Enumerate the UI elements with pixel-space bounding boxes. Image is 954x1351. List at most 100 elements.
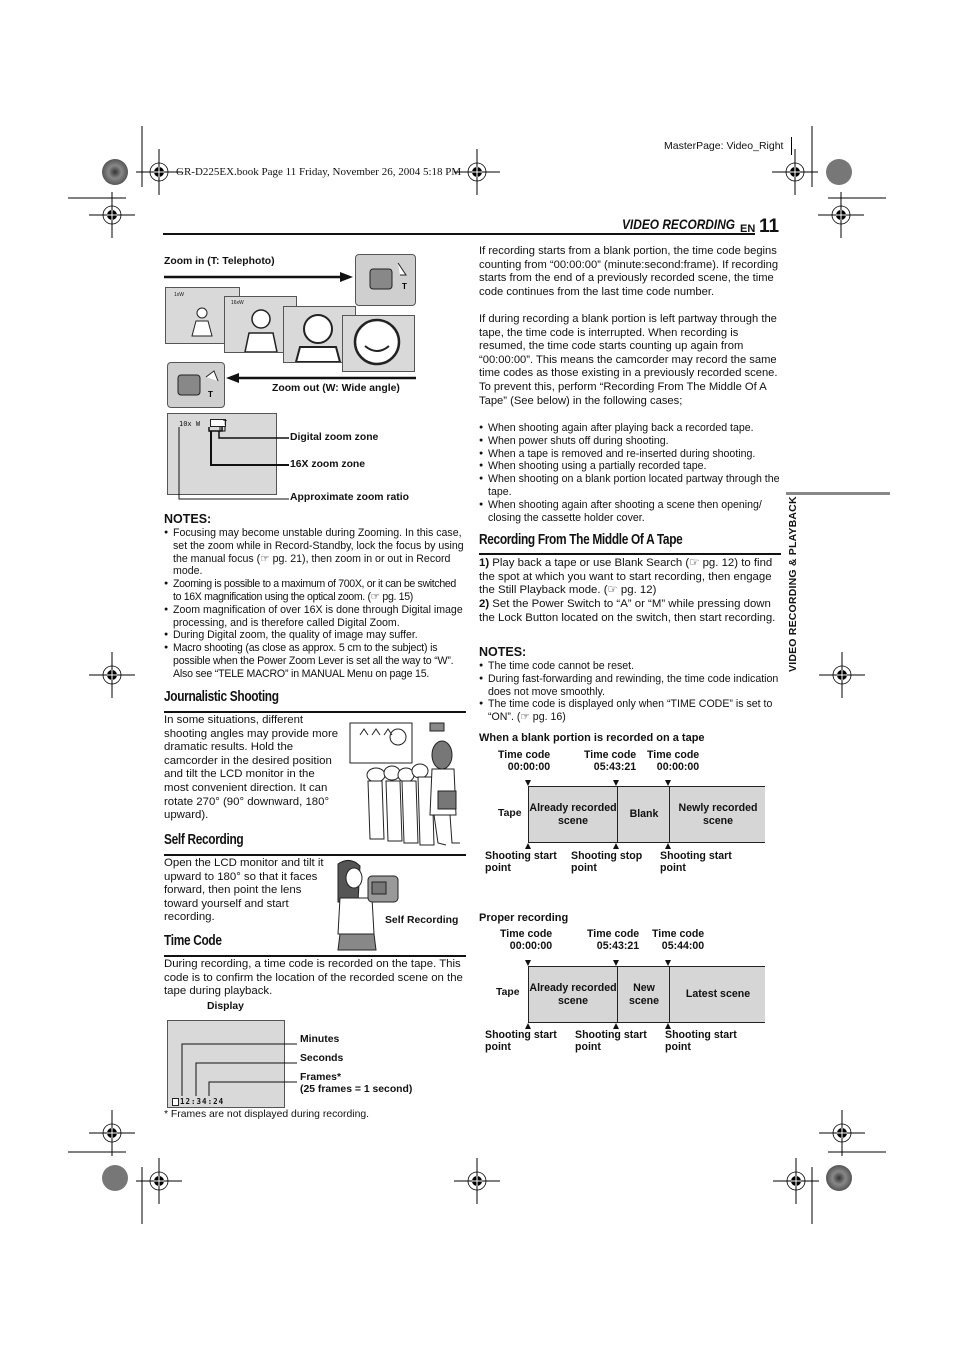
note-item: During Digital zoom, the quality of imag… [164, 629, 466, 642]
intro-paragraph-1: If recording starts from a blank portion… [479, 245, 779, 298]
cases-list: When shooting again after playing back a… [479, 422, 781, 524]
shooting-point-label: Shooting start point [485, 1029, 557, 1053]
journalistic-heading: Journalistic Shooting [164, 689, 279, 705]
tape-label: Tape [496, 987, 520, 998]
note-item: During fast-forwarding and rewinding, th… [479, 673, 781, 699]
color-target-top-left [102, 159, 128, 185]
shooting-point-label: Shooting start point [575, 1029, 647, 1053]
registration-mark [453, 1157, 501, 1205]
16x-zoom-zone-label: 16X zoom zone [290, 459, 366, 470]
tape-label: Tape [498, 808, 522, 819]
tape-bar: Already recorded scene New scene Latest … [528, 966, 765, 1023]
shooting-point-marker [613, 843, 619, 849]
shooting-point-label: Shooting stop point [571, 850, 643, 874]
case-item: When shooting on a blank portion located… [479, 473, 781, 499]
masterpage-divider [791, 137, 792, 155]
note-item: Zoom magnification of over 16X is done t… [164, 604, 466, 630]
diagram-proper-title: Proper recording [479, 912, 569, 924]
self-recording-body: Open the LCD monitor and tilt it upward … [164, 857, 324, 924]
tape-segment-new: Newly recorded scene [669, 787, 766, 842]
journalistic-body: In some situations, different shooting a… [164, 714, 339, 822]
self-recording-illustration [337, 860, 399, 951]
color-target-top-right [826, 159, 852, 185]
frames-note-label: (25 frames = 1 second) [300, 1084, 413, 1095]
notes-title: NOTES: [479, 645, 527, 659]
side-tab-label: VIDEO RECORDING & PLAYBACK [787, 496, 799, 672]
running-head-rule [163, 233, 755, 235]
step-text: Set the Power Switch to “A” or “M” while… [479, 598, 776, 624]
side-tab-rule [786, 492, 890, 495]
tape-bar: Already recorded scene Blank Newly recor… [528, 786, 765, 843]
time-code-notes: NOTES: The time code cannot be reset. Du… [479, 645, 781, 724]
svg-text:T: T [208, 390, 213, 399]
masterpage-label: MasterPage: Video_Right [664, 140, 784, 152]
step-number: 1) [479, 557, 490, 569]
time-code-leaders [181, 1043, 297, 1096]
timecode-label-1: Time code 00:00:00 [500, 928, 553, 953]
step-1: 1) Play back a tape or use Blank Search … [479, 557, 781, 598]
notes-title: NOTES: [164, 512, 212, 526]
svg-text:T: T [402, 282, 407, 291]
registration-mark [818, 1109, 866, 1157]
shooting-point-marker [665, 843, 671, 849]
digital-zoom-zone-label: Digital zoom zone [290, 432, 379, 443]
section-rule [164, 711, 466, 713]
zoom-in-label: Zoom in (T: Telephoto) [164, 256, 275, 267]
time-code-heading: Time Code [164, 933, 222, 949]
tape-segment-new-scene: New scene [617, 967, 670, 1022]
diagram-blank-title: When a blank portion is recorded on a ta… [479, 732, 705, 744]
registration-mark [88, 1109, 136, 1157]
timecode-label-3: Time code 05:44:00 [652, 928, 705, 953]
minutes-label: Minutes [300, 1034, 340, 1045]
case-item: When a tape is removed and re-inserted d… [479, 448, 781, 461]
page-number: 11 [759, 216, 780, 237]
timecode-label-2: Time code 05:43:21 [587, 928, 640, 953]
note-item: Macro shooting (as close as approx. 5 cm… [164, 642, 466, 680]
registration-mark [818, 651, 866, 699]
tape-segment-latest: Latest scene [669, 967, 766, 1022]
registration-mark [88, 191, 136, 239]
registration-mark [135, 1157, 183, 1205]
approximate-zoom-ratio-label: Approximate zoom ratio [290, 492, 409, 503]
shooting-point-label: Shooting start point [665, 1029, 737, 1053]
section-rule [164, 955, 466, 957]
self-recording-heading: Self Recording [164, 832, 244, 848]
shooting-point-label: Shooting start point [660, 850, 732, 874]
case-item: When shooting using a partially recorded… [479, 460, 781, 473]
shooting-point-marker [525, 843, 531, 849]
note-item: The time code is displayed only when “TI… [479, 698, 781, 724]
zoom-in-arrow [164, 272, 353, 282]
display-label: Display [207, 1001, 244, 1012]
running-head-section: VIDEO RECORDING [622, 216, 736, 232]
frames-label: Frames* [300, 1072, 342, 1083]
timecode-label-2: Time code 05:43:21 [584, 749, 637, 774]
color-target-bottom-right [826, 1165, 852, 1191]
registration-mark [817, 191, 865, 239]
zoom-screen-4 [342, 315, 415, 372]
zoom-lever-w-illustration: T [167, 362, 225, 408]
self-recording-caption: Self Recording [385, 915, 459, 926]
intro-paragraph-2: If during recording a blank portion is l… [479, 313, 778, 407]
step-number: 2) [479, 598, 490, 610]
running-head-lang: EN [740, 223, 756, 235]
step-text: Play back a tape or use Blank Search (☞ … [479, 557, 773, 597]
shooting-point-label: Shooting start point [485, 850, 557, 874]
case-item: When power shuts off during shooting. [479, 435, 781, 448]
zoom-out-label: Zoom out (W: Wide angle) [272, 383, 400, 394]
time-code-body: During recording, a time code is recorde… [164, 958, 463, 998]
timecode-label-1: Time code 00:00:00 [498, 749, 551, 774]
timecode-label-3: Time code 00:00:00 [647, 749, 700, 774]
tape-segment-recorded: Already recorded scene [529, 982, 617, 1007]
book-info: GR-D225EX.book Page 11 Friday, November … [176, 166, 462, 178]
seconds-label: Seconds [300, 1053, 344, 1064]
registration-mark [771, 148, 819, 196]
zoom-lever-t-illustration: T [355, 254, 416, 306]
journalistic-illustration [349, 722, 460, 846]
section-rule [479, 553, 781, 555]
tape-segment-blank: Blank [617, 787, 670, 842]
note-item: Focusing may become unstable during Zoom… [164, 527, 466, 578]
zoom-indicator-leaders [178, 427, 289, 500]
zoom-notes: NOTES: Focusing may become unstable duri… [164, 512, 466, 681]
note-item: Zooming is possible to a maximum of 700X… [164, 578, 466, 604]
note-item: The time code cannot be reset. [479, 660, 781, 673]
